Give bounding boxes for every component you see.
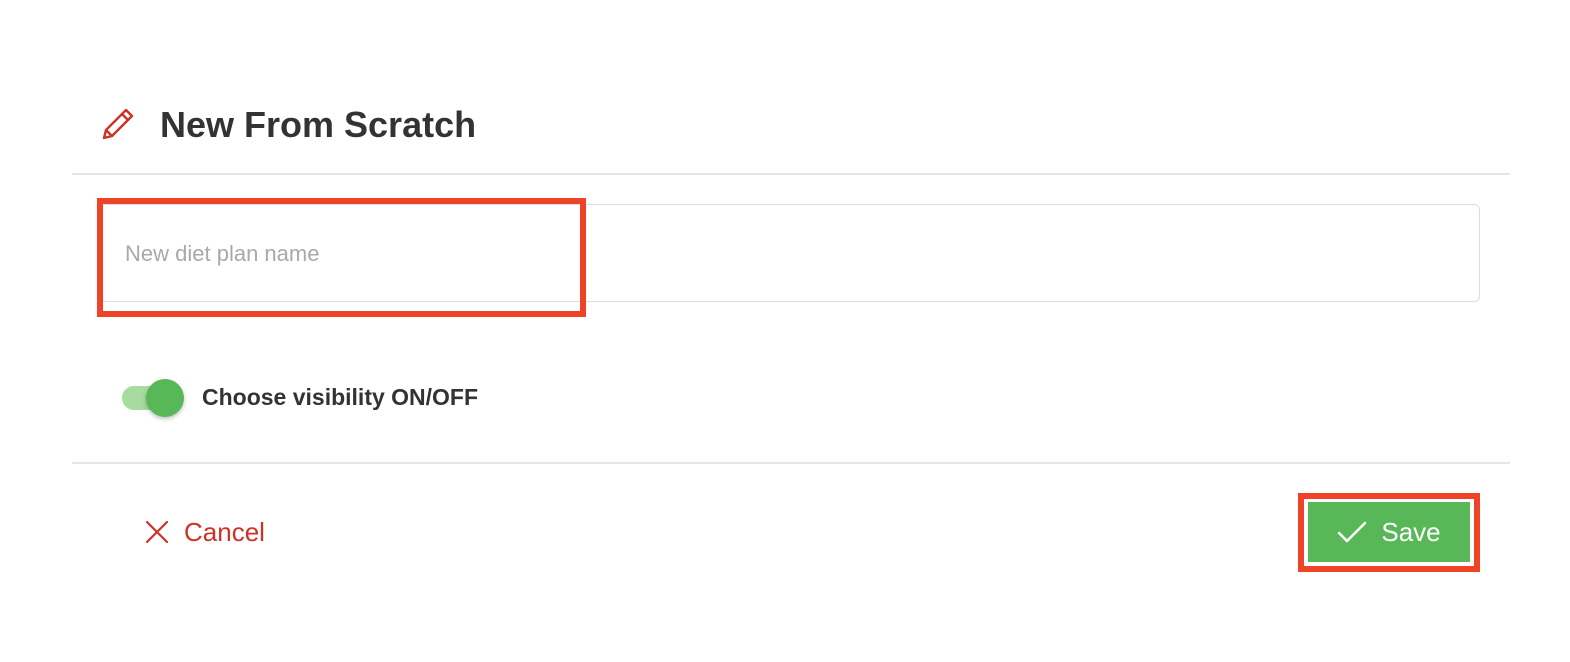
footer-divider (72, 462, 1510, 464)
save-button[interactable]: Save (1308, 502, 1470, 562)
save-label: Save (1381, 516, 1441, 547)
dialog-title: New From Scratch (160, 104, 477, 145)
cancel-label: Cancel (184, 516, 265, 547)
toggle-thumb[interactable] (146, 379, 184, 417)
close-icon (145, 520, 169, 544)
new-from-scratch-dialog: New From Scratch Choose visibility ON/OF… (72, 74, 1510, 601)
dialog-header: New From Scratch (72, 74, 1510, 175)
visibility-toggle-label: Choose visibility ON/OFF (202, 384, 479, 410)
cancel-button[interactable]: Cancel (144, 512, 265, 552)
plan-name-field[interactable] (100, 204, 1480, 303)
visibility-toggle[interactable] (122, 378, 186, 418)
plan-name-input[interactable] (123, 205, 1457, 303)
check-icon (1338, 521, 1367, 543)
pencil-icon (102, 108, 134, 140)
